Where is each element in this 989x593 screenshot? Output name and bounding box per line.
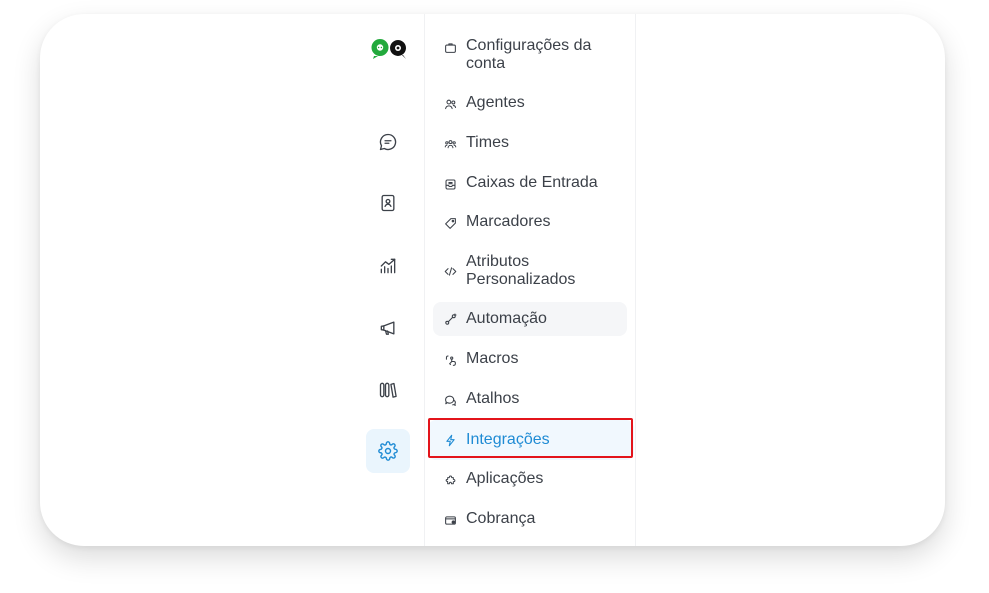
menu-item-agents[interactable]: Agentes [433, 94, 627, 112]
briefcase-icon [443, 40, 457, 54]
team-icon [443, 137, 457, 151]
rail-reports-button[interactable] [366, 244, 410, 288]
menu-item-label: Atributos Personalizados [466, 253, 576, 288]
rail-settings-button[interactable] [366, 429, 410, 473]
menu-item-shortcuts[interactable]: Atalhos [433, 390, 627, 408]
reports-chart-icon [380, 258, 396, 274]
menu-item-automation[interactable]: Automação [433, 302, 627, 336]
app-window: Configurações da conta Agentes Times Cai… [40, 14, 945, 546]
tag-icon [443, 216, 457, 230]
menu-item-label: Caixas de Entrada [466, 174, 598, 191]
inbox-icon [443, 177, 457, 191]
menu-item-account-settings[interactable]: Configurações da conta [433, 37, 627, 73]
macro-icon [443, 353, 457, 367]
code-icon [443, 264, 457, 278]
menu-item-label: Automação [466, 310, 547, 327]
settings-menu: Configurações da conta Agentes Times Cai… [424, 14, 636, 546]
menu-item-applications[interactable]: Aplicações [433, 470, 627, 488]
rail-library-button[interactable] [366, 368, 410, 412]
menu-item-label: Integrações [466, 431, 550, 448]
app-logo[interactable] [370, 36, 410, 60]
menu-item-inboxes[interactable]: Caixas de Entrada [433, 174, 627, 192]
menu-item-label: Aplicações [466, 470, 544, 487]
rail-campaigns-button[interactable] [366, 306, 410, 350]
people-icon [443, 97, 457, 111]
menu-item-label: Times [466, 134, 509, 151]
menu-item-integrations[interactable]: Integrações [428, 420, 634, 460]
puzzle-icon [443, 473, 457, 487]
menu-item-custom-attributes[interactable]: Atributos Personalizados [433, 253, 627, 289]
menu-item-label: Marcadores [466, 213, 551, 230]
contacts-book-icon [381, 194, 395, 212]
speech-icon [443, 393, 457, 407]
settings-gear-icon [378, 441, 398, 461]
menu-item-label: Cobrança [466, 510, 536, 527]
chat-bubble-icon [379, 133, 397, 151]
menu-item-billing[interactable]: Cobrança [433, 510, 627, 528]
menu-item-teams[interactable]: Times [433, 134, 627, 152]
menu-item-labels[interactable]: Marcadores [433, 213, 627, 231]
campaigns-megaphone-icon [380, 321, 395, 335]
rail-contacts-button[interactable] [366, 181, 410, 225]
menu-item-macros[interactable]: Macros [433, 350, 627, 368]
menu-item-label: Atalhos [466, 390, 520, 407]
automation-icon [443, 312, 457, 326]
wallet-icon [443, 513, 457, 527]
library-books-icon [379, 382, 397, 398]
menu-item-label: Macros [466, 350, 519, 367]
menu-item-label: Agentes [466, 94, 525, 111]
lightning-icon [443, 433, 457, 447]
rail-conversations-button[interactable] [366, 120, 410, 164]
menu-item-label: Configurações da conta [466, 37, 592, 72]
